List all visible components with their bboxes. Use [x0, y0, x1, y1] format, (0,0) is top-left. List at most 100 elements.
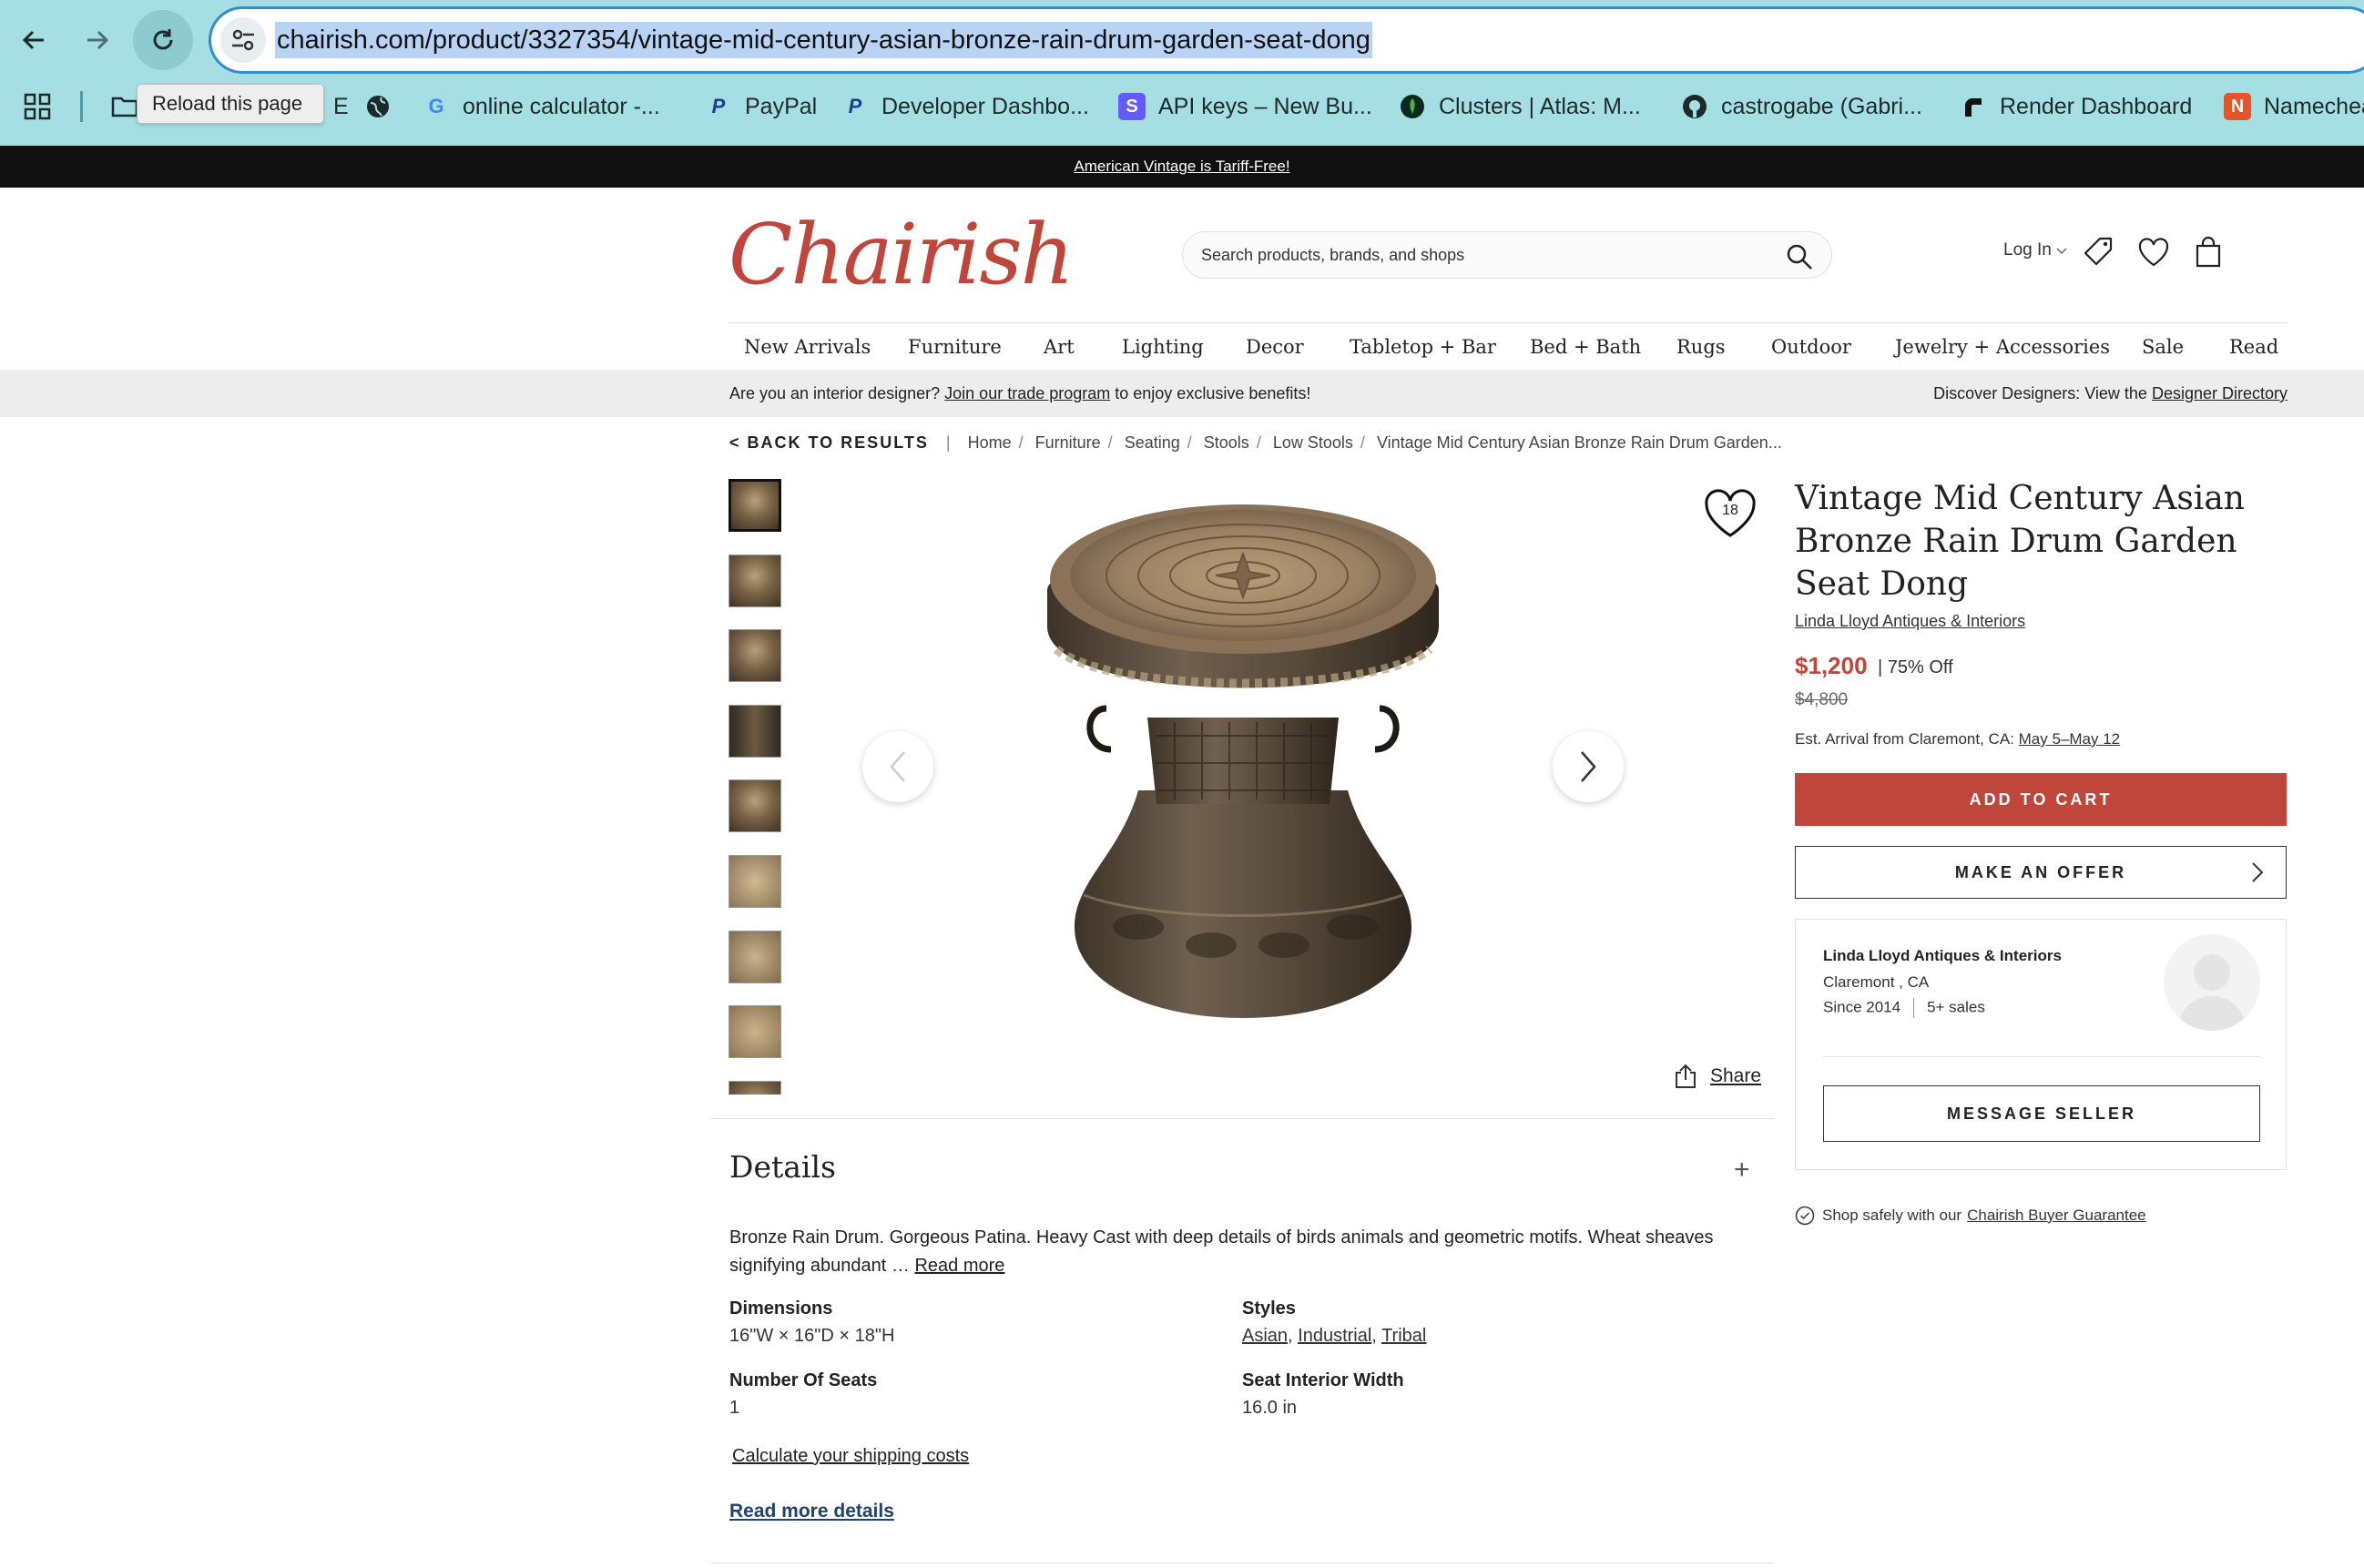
seat-width-label: Seat Interior Width: [1242, 1370, 1404, 1390]
read-more-details-link[interactable]: Read more details: [729, 1501, 894, 1522]
breadcrumb-separator: /: [1018, 433, 1024, 452]
divider: [710, 1118, 1774, 1119]
nav-rugs[interactable]: Rugs: [1676, 336, 1726, 358]
breadcrumb-separator: /: [1187, 433, 1192, 452]
details-expand-button[interactable]: +: [1734, 1155, 1750, 1186]
breadcrumb-low-stools[interactable]: Low Stools: [1273, 433, 1353, 452]
product-description: Bronze Rain Drum. Gorgeous Patina. Heavy…: [729, 1224, 1749, 1280]
share-label: Share: [1710, 1065, 1762, 1086]
nav-jewelry-accessories[interactable]: Jewelry + Accessories: [1895, 336, 2110, 358]
thumbnail-image[interactable]: [729, 704, 781, 758]
bookmark-github[interactable]: castrogabe (Gabri...: [1681, 84, 1922, 129]
bookmark-render-dashboard[interactable]: Render Dashboard: [1960, 84, 2192, 129]
search-bar[interactable]: [1182, 231, 1832, 279]
promo-link[interactable]: American Vintage is Tariff-Free!: [1074, 158, 1289, 175]
product-main-image[interactable]: [1020, 490, 1466, 1036]
thumbnail-image[interactable]: [729, 779, 781, 833]
calculate-shipping-link[interactable]: Calculate your shipping costs: [732, 1446, 969, 1467]
chevron-right-icon: [2252, 862, 2264, 882]
render-icon: [1960, 93, 1987, 120]
make-offer-label: MAKE AN OFFER: [1954, 862, 2127, 881]
reload-tooltip: Reload this page: [137, 84, 324, 124]
make-an-offer-button[interactable]: MAKE AN OFFER: [1795, 846, 2287, 899]
breadcrumb-separator: /: [1107, 433, 1113, 452]
style-link-industrial[interactable]: Industrial: [1298, 1326, 1371, 1346]
promo-banner: American Vintage is Tariff-Free!: [0, 146, 2364, 188]
stripe-icon: S: [1118, 93, 1146, 120]
seller-link[interactable]: Linda Lloyd Antiques & Interiors: [1795, 612, 2025, 631]
bookmark-namecheap[interactable]: N Namechea: [2224, 84, 2364, 129]
nav-outdoor[interactable]: Outdoor: [1771, 336, 1851, 358]
chairish-logo[interactable]: Chairish: [729, 206, 1075, 303]
previous-image-button[interactable]: [862, 731, 933, 802]
add-to-cart-button[interactable]: ADD TO CART: [1795, 773, 2287, 826]
thumbnail-image[interactable]: [729, 479, 781, 532]
back-to-results-link[interactable]: < BACK TO RESULTS: [729, 433, 929, 452]
bookmark-paypal[interactable]: P PayPal: [705, 84, 818, 129]
site-info-button[interactable]: [220, 17, 266, 63]
thumbnail-image[interactable]: [729, 1080, 781, 1095]
url-text[interactable]: chairish.com/product/3327354/vintage-mid…: [275, 22, 1372, 58]
nav-lighting[interactable]: Lighting: [1122, 336, 1204, 358]
styles-label: Styles: [1242, 1298, 1296, 1319]
search-input[interactable]: [1201, 232, 1766, 278]
nav-sale[interactable]: Sale: [2142, 336, 2184, 358]
bookmark-online-calculator[interactable]: G online calculator -...: [423, 84, 659, 129]
arrival-dates-link[interactable]: May 5–May 12: [2019, 730, 2121, 748]
shopping-bag-icon[interactable]: [2191, 235, 2226, 270]
thumbnail-image[interactable]: [729, 629, 781, 683]
seller-name[interactable]: Linda Lloyd Antiques & Interiors: [1823, 947, 2062, 965]
address-bar[interactable]: chairish.com/product/3327354/vintage-mid…: [211, 9, 2364, 71]
breadcrumb-stools[interactable]: Stools: [1204, 433, 1249, 452]
search-icon[interactable]: [1786, 243, 1813, 270]
trade-text: to enjoy exclusive benefits!: [1115, 384, 1311, 402]
seat-width-value: 16.0 in: [1242, 1398, 1298, 1418]
trade-text: Are you an interior designer?: [729, 384, 941, 402]
thumbnail-image[interactable]: [729, 554, 781, 607]
nav-bed-bath[interactable]: Bed + Bath: [1530, 336, 1641, 358]
breadcrumb-separator: /: [1360, 433, 1365, 452]
forward-button[interactable]: [67, 10, 127, 70]
google-icon: G: [428, 95, 444, 117]
apps-button[interactable]: [24, 84, 51, 129]
bookmark-clusters-atlas[interactable]: Clusters | Atlas: M...: [1399, 84, 1641, 129]
style-link-asian[interactable]: Asian: [1242, 1326, 1288, 1346]
browser-chrome: chairish.com/product/3327354/vintage-mid…: [0, 0, 2364, 146]
price-tag-icon[interactable]: [2082, 235, 2116, 270]
heart-icon[interactable]: [2136, 235, 2171, 270]
breadcrumb-seating[interactable]: Seating: [1125, 433, 1180, 452]
designer-directory-link[interactable]: Designer Directory: [2152, 384, 2288, 402]
thumbnail-image[interactable]: [729, 930, 781, 983]
style-link-tribal[interactable]: Tribal: [1381, 1326, 1426, 1346]
nav-decor[interactable]: Decor: [1246, 336, 1304, 358]
seller-avatar[interactable]: [2164, 934, 2260, 1031]
nav-furniture[interactable]: Furniture: [908, 336, 1002, 358]
buyer-guarantee-link[interactable]: Chairish Buyer Guarantee: [1967, 1207, 2146, 1225]
nav-art[interactable]: Art: [1044, 336, 1075, 358]
share-button[interactable]: Share: [1674, 1064, 1761, 1089]
login-dropdown[interactable]: Log In: [2003, 240, 2067, 260]
nav-read[interactable]: Read: [2229, 336, 2278, 358]
back-button[interactable]: [4, 10, 64, 70]
read-more-link[interactable]: Read more: [914, 1256, 1004, 1276]
reload-button[interactable]: [133, 10, 193, 70]
next-image-button[interactable]: [1553, 731, 1624, 802]
breadcrumb-furniture[interactable]: Furniture: [1035, 433, 1101, 452]
nav-new-arrivals[interactable]: New Arrivals: [744, 336, 871, 358]
bookmark-developer-dashboard[interactable]: P Developer Dashbo...: [841, 84, 1089, 129]
thumbnail-image[interactable]: [729, 854, 781, 908]
dimensions-label: Dimensions: [729, 1298, 833, 1319]
thumbnail-strip[interactable]: [729, 479, 783, 1095]
bookmark-divider: [80, 91, 83, 122]
bookmark-api-keys[interactable]: S API keys – New Bu...: [1118, 84, 1372, 129]
bookmarks-bar: E G online calculator -... P PayPal P De…: [0, 84, 2364, 129]
trade-program-link[interactable]: Join our trade program: [944, 384, 1110, 402]
breadcrumb-home[interactable]: Home: [968, 433, 1012, 452]
details-heading: Details: [729, 1149, 836, 1185]
seller-location: Claremont , CA: [1823, 973, 1930, 991]
nav-tabletop-bar[interactable]: Tabletop + Bar: [1350, 336, 1496, 358]
buyer-guarantee: Shop safely with our Chairish Buyer Guar…: [1795, 1206, 2146, 1226]
bookmark-globe[interactable]: [364, 84, 404, 129]
message-seller-button[interactable]: MESSAGE SELLER: [1823, 1085, 2260, 1142]
thumbnail-image[interactable]: [729, 1005, 781, 1059]
